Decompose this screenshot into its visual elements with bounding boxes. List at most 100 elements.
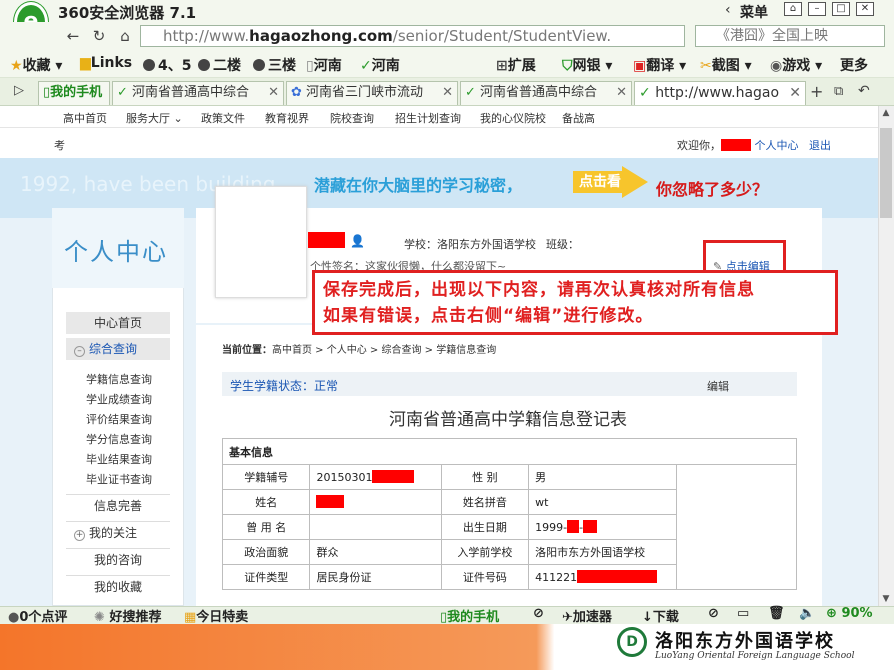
redacted-name [721, 139, 751, 151]
photo-cell [675, 464, 798, 590]
minimize-button[interactable]: – [808, 2, 826, 16]
nav-enroll-plan[interactable]: 招生计划查询 [395, 110, 461, 126]
tool-games[interactable]: ◉游戏 ▾ [770, 55, 822, 75]
sidebar-item-info[interactable]: 信息完善 [66, 494, 170, 516]
school-name-en: LuoYang Oriental Foreign Language School [655, 651, 855, 661]
tab-my-phone[interactable]: ▯我的手机 [38, 81, 110, 105]
personal-center-link[interactable]: 个人中心 [755, 139, 799, 152]
pin-icon[interactable]: ⌂ [784, 2, 802, 16]
close-tab-icon: ✕ [789, 85, 801, 101]
bookmark-henan-2[interactable]: ✓河南 [360, 55, 400, 75]
person-icon: 👤 [350, 234, 365, 248]
class-info: 班级： [546, 238, 579, 251]
nav-prep[interactable]: 备战高 [562, 110, 595, 126]
back-arrow-icon[interactable]: ← [62, 25, 84, 47]
school-name-cn: 洛阳东方外国语学校 [655, 631, 835, 652]
tool-bank[interactable]: ⛉网银 ▾ [562, 55, 612, 75]
status-settings-icon[interactable]: ⊘ [533, 606, 544, 621]
status-download[interactable]: ↓下载 [642, 606, 679, 625]
sidebar-item-follow[interactable]: + 我的关注 [66, 521, 170, 543]
close-window-button[interactable]: ✕ [856, 2, 874, 16]
sidebar-item-consult[interactable]: 我的咨询 [66, 548, 170, 570]
nav-colleges[interactable]: 院校查询 [330, 110, 374, 126]
browser-title: 360安全浏览器 7.1 [58, 4, 197, 22]
volume-icon[interactable]: 🔈 [799, 606, 815, 621]
table-row: 学籍辅号 20150301 性 别 男 [221, 464, 798, 590]
section-basic-info: 基本信息 [222, 438, 797, 465]
form-title: 河南省普通高中学籍信息登记表 [389, 410, 627, 430]
tab-current[interactable]: ✓ http://www.hagao ✕ [634, 81, 806, 105]
home-icon[interactable]: ⌂ [114, 25, 136, 47]
status-comments[interactable]: ●0个点评 [8, 606, 67, 625]
sidebar-sub-certificate[interactable]: 毕业证书查询 [86, 471, 152, 487]
tab-sanmenxia[interactable]: ✿ 河南省三门峡市流动 ✕ [286, 81, 458, 105]
status-special[interactable]: ▦今日特卖 [184, 606, 248, 625]
maximize-button[interactable]: □ [832, 2, 850, 16]
status-phone[interactable]: ▯我的手机 [440, 606, 499, 625]
edit-button[interactable]: 编辑 [707, 378, 729, 394]
tool-screenshot[interactable]: ✂截图 ▾ [700, 55, 752, 75]
status-web-icon[interactable]: ⊘ [708, 606, 719, 621]
redacted-value [567, 520, 580, 533]
scroll-up-icon[interactable]: ▲ [879, 108, 893, 118]
sidebar-sub-graduation[interactable]: 毕业结果查询 [86, 451, 152, 467]
bookmark-favorites[interactable]: ★收藏 ▾ [10, 55, 62, 75]
school-logo-icon: D [617, 627, 647, 657]
undo-close-icon[interactable]: ↶ [858, 83, 870, 99]
search-input[interactable]: 《港囧》全国上映 [695, 25, 885, 47]
address-bar[interactable]: http://www.hagaozhong.com/senior/Student… [140, 25, 685, 47]
expand-icon: + [74, 530, 85, 541]
tool-translate[interactable]: ▣翻译 ▾ [633, 55, 686, 75]
tab-henan-1[interactable]: ✓ 河南省普通高中综合 ✕ [112, 81, 284, 105]
status-window-icon[interactable]: ▭ [737, 606, 749, 621]
banner-click-button[interactable]: 点击看 [573, 171, 627, 193]
status-recommend[interactable]: ✺ 好搜推荐 [94, 606, 161, 625]
logout-link[interactable]: 退出 [809, 139, 831, 152]
instruction-notice: 保存完成后，出现以下内容，请再次认真核对所有信息 如果有错误，点击右侧“编辑”进… [312, 270, 838, 335]
new-tab-icon[interactable]: + [810, 82, 823, 101]
bookmark-45[interactable]: 4、5 [143, 55, 191, 75]
banner-headline: 潜藏在你大脑里的学习秘密， [314, 176, 523, 195]
status-trash-icon[interactable]: 🗑 [768, 606, 785, 621]
bookmark-second-floor[interactable]: 二楼 [198, 55, 241, 75]
avatar[interactable] [215, 186, 307, 298]
nav-service[interactable]: 服务大厅 ⌄ [126, 110, 183, 126]
nav-favorite-colleges[interactable]: 我的心仪院校 [480, 110, 546, 126]
registration-table: 基本信息 学籍辅号 20150301 性 别 男 姓名 姓名拼音 wt 曾 用 … [221, 438, 798, 590]
tool-extensions[interactable]: ⊞扩展 [496, 55, 536, 75]
redacted-value [316, 495, 345, 508]
close-tab-icon: ✕ [268, 85, 279, 100]
sidebar-sub-credits[interactable]: 学分信息查询 [86, 431, 152, 447]
scrollbar-thumb[interactable] [880, 128, 892, 218]
sidebar-item-collect[interactable]: 我的收藏 [66, 575, 170, 597]
nav-home[interactable]: 高中首页 [63, 110, 107, 126]
sidebar-sub-status[interactable]: 学籍信息查询 [86, 371, 152, 387]
bookmark-bar [0, 50, 894, 78]
sidebar-sub-grades[interactable]: 学业成绩查询 [86, 391, 152, 407]
status-accelerator[interactable]: ✈加速器 [562, 606, 612, 625]
sidebar-toggle-icon[interactable]: ▷ [14, 83, 24, 98]
bookmark-links[interactable]: ▆Links [80, 55, 132, 71]
sidebar-sub-evaluation[interactable]: 评价结果查询 [86, 411, 152, 427]
sidebar-item-query[interactable]: – 综合查询 [66, 338, 170, 360]
refresh-icon[interactable]: ↻ [88, 25, 110, 47]
collapse-icon: – [74, 346, 85, 357]
nav-policy[interactable]: 政策文件 [201, 110, 245, 126]
redacted-value [577, 570, 658, 583]
tab-list-icon[interactable]: ⧉ [834, 84, 843, 99]
school-info: 学校：洛阳东方外国语学校 [404, 238, 536, 251]
breadcrumb: 当前位置：高中首页 > 个人中心 > 综合查询 > 学籍信息查询 [222, 345, 497, 356]
back-chevron-icon[interactable]: ‹ [725, 2, 731, 18]
zoom-level[interactable]: ⊕ 90% [826, 606, 873, 621]
scroll-down-icon[interactable]: ▼ [879, 594, 893, 604]
bookmark-third-floor[interactable]: 三楼 [253, 55, 296, 75]
nav-education[interactable]: 教育视界 [265, 110, 309, 126]
tool-more[interactable]: 更多 [840, 55, 868, 75]
banner-question: 你忽略了多少？ [656, 180, 769, 199]
bookmark-henan-1[interactable]: ▯河南 [306, 55, 342, 75]
close-tab-icon: ✕ [442, 85, 453, 100]
tab-henan-2[interactable]: ✓ 河南省普通高中综合 ✕ [460, 81, 632, 105]
sidebar-item-home[interactable]: 中心首页 [66, 312, 170, 334]
menu-button[interactable]: 菜单 [740, 2, 768, 22]
close-tab-icon: ✕ [616, 85, 627, 100]
